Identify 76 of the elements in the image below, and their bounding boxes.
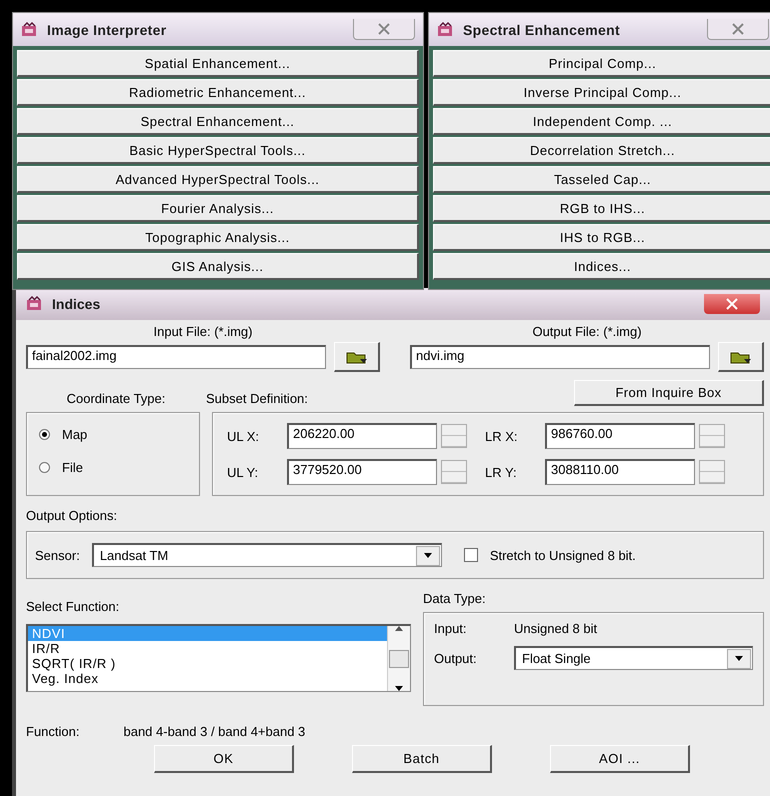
section-label: Select Function: <box>26 599 120 614</box>
scroll-thumb[interactable] <box>389 650 409 668</box>
sensor-dropdown[interactable]: Landsat TM <box>92 543 442 567</box>
close-icon <box>725 298 739 310</box>
dialog-button[interactable]: AOI ... <box>550 745 690 773</box>
radio-option[interactable]: File <box>39 460 187 475</box>
window-title: Image Interpreter <box>47 22 166 38</box>
number-field[interactable]: 206220.00 <box>287 423 437 449</box>
menu-button[interactable]: Spectral Enhancement... <box>17 108 419 135</box>
menu-button[interactable]: GIS Analysis... <box>17 253 419 280</box>
list-item[interactable]: SQRT( IR/R ) <box>28 656 387 671</box>
menu-button[interactable]: Independent Comp. ... <box>433 108 770 135</box>
browse-button[interactable] <box>334 342 380 372</box>
app-icon <box>437 22 455 38</box>
number-field[interactable]: 3088110.00 <box>545 459 695 485</box>
field-label: UL X: <box>227 428 260 444</box>
inquire-button[interactable]: From Inquire Box <box>574 380 764 406</box>
menu-button[interactable]: Tasseled Cap... <box>433 166 770 193</box>
field-label: Input File: (*.img) <box>152 324 254 339</box>
close-button[interactable] <box>353 19 415 40</box>
file-field[interactable]: fainal2002.img <box>26 345 326 369</box>
menu-button[interactable]: Decorrelation Stretch... <box>433 137 770 164</box>
app-icon <box>26 296 44 312</box>
close-icon <box>377 23 391 35</box>
folder-icon <box>730 350 752 364</box>
field-label: UL Y: <box>227 464 260 480</box>
menu-button[interactable]: IHS to RGB... <box>433 224 770 251</box>
menu-button[interactable]: Advanced HyperSpectral Tools... <box>17 166 419 193</box>
window-title: Indices <box>52 296 102 312</box>
caret-icon <box>735 656 743 661</box>
field-label: LR Y: <box>485 464 518 480</box>
section-label: Output Options: <box>26 508 118 523</box>
caret-icon <box>424 553 432 558</box>
close-button[interactable] <box>707 19 769 40</box>
menu-button[interactable]: Inverse Principal Comp... <box>433 79 770 106</box>
menu-button[interactable]: Fourier Analysis... <box>17 195 419 222</box>
app-icon <box>21 22 39 38</box>
menu-button[interactable]: Radiometric Enhancement... <box>17 79 419 106</box>
field-label: Input: <box>434 621 468 636</box>
spinner[interactable] <box>441 424 467 448</box>
menu-button[interactable]: RGB to IHS... <box>433 195 770 222</box>
group-label: Coordinate Type: <box>66 391 166 406</box>
number-field[interactable]: 986760.00 <box>545 423 695 449</box>
close-icon <box>731 23 745 35</box>
window-title: Spectral Enhancement <box>463 22 620 38</box>
menu-button[interactable]: Topographic Analysis... <box>17 224 419 251</box>
field-label: Output File: (*.img) <box>531 324 643 339</box>
stretch-checkbox[interactable]: Stretch to Unsigned 8 bit. <box>464 548 636 562</box>
browse-button[interactable] <box>718 342 764 372</box>
spinner[interactable] <box>699 424 725 448</box>
folder-icon <box>346 350 368 364</box>
group-label: Subset Definition: <box>206 391 308 406</box>
dialog-button[interactable]: Batch <box>352 745 492 773</box>
section-label: Data Type: <box>423 591 487 606</box>
field-label: Output: <box>434 650 478 666</box>
list-item[interactable]: IR/R <box>28 641 387 656</box>
menu-button[interactable]: Basic HyperSpectral Tools... <box>17 137 419 164</box>
list-item[interactable]: Veg. Index <box>28 671 387 686</box>
spinner[interactable] <box>699 460 725 484</box>
caret-icon <box>395 686 403 691</box>
menu-button[interactable]: Spatial Enhancement... <box>17 50 419 77</box>
menu-button[interactable]: Principal Comp... <box>433 50 770 77</box>
scrollbar[interactable] <box>387 626 410 691</box>
function-formula: band 4-band 3 / band 4+band 3 <box>123 724 306 739</box>
field-label: Sensor: <box>35 548 80 562</box>
output-type-dropdown[interactable]: Float Single <box>514 646 753 670</box>
radio-option[interactable]: Map <box>39 427 187 442</box>
close-button[interactable] <box>704 294 760 314</box>
field-label: LR X: <box>485 428 519 444</box>
field-label: Function: <box>26 724 80 739</box>
input-type-value: Unsigned 8 bit <box>514 621 598 636</box>
number-field[interactable]: 3779520.00 <box>287 459 437 485</box>
spinner[interactable] <box>441 460 467 484</box>
dialog-button[interactable]: OK <box>154 745 294 773</box>
menu-button[interactable]: Indices... <box>433 253 770 280</box>
file-field[interactable]: ndvi.img <box>410 345 710 369</box>
